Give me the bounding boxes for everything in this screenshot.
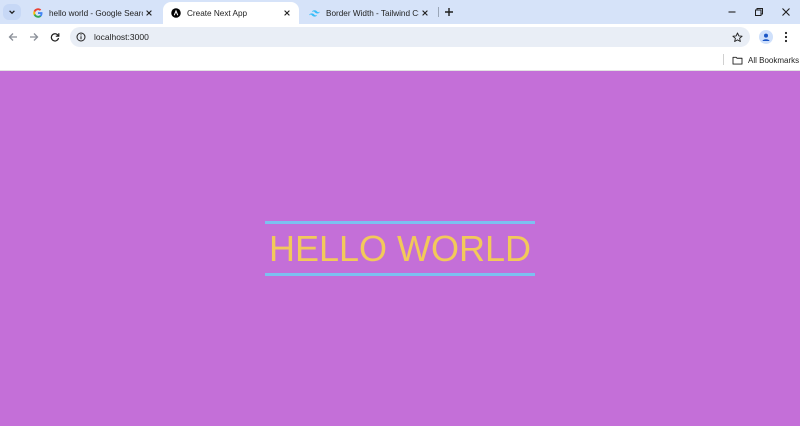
tab-title: Border Width - Tailwind CSS: [326, 8, 419, 18]
close-icon[interactable]: [281, 7, 293, 19]
chevron-down-icon: [9, 10, 15, 15]
folder-icon: [732, 56, 743, 65]
tab-strip: hello world - Google Search Create Next …: [0, 0, 800, 24]
close-icon[interactable]: [419, 7, 431, 19]
minimize-button[interactable]: [724, 4, 740, 20]
arrow-right-icon: [30, 33, 39, 41]
arrow-left-icon: [8, 33, 17, 41]
tab-divider: [438, 7, 439, 17]
reload-button[interactable]: [47, 29, 63, 45]
address-bar[interactable]: localhost:3000: [70, 27, 750, 47]
toolbar: localhost:3000: [0, 24, 800, 50]
page-content: HELLO WORLD: [0, 71, 800, 426]
bookmark-star-button[interactable]: [730, 30, 744, 44]
new-tab-button[interactable]: [442, 5, 456, 19]
hello-heading-box: HELLO WORLD: [265, 221, 535, 276]
star-icon: [731, 31, 743, 42]
forward-button[interactable]: [26, 29, 42, 45]
browser-chrome: hello world - Google Search Create Next …: [0, 0, 800, 71]
info-icon[interactable]: [76, 32, 86, 42]
tab-title: Create Next App: [187, 8, 248, 18]
minimize-icon: [728, 11, 736, 13]
tab-google-search[interactable]: hello world - Google Search: [25, 2, 161, 24]
google-icon: [33, 8, 43, 18]
bookmarks-bar: All Bookmarks: [0, 50, 800, 70]
restore-button[interactable]: [751, 4, 767, 20]
back-button[interactable]: [5, 29, 21, 45]
close-window-button[interactable]: [778, 4, 794, 20]
profile-button[interactable]: [759, 30, 773, 44]
close-icon[interactable]: [143, 7, 155, 19]
bookmarks-divider: [723, 54, 724, 65]
close-icon: [782, 8, 790, 16]
all-bookmarks-label: All Bookmarks: [748, 55, 800, 65]
plus-icon: [445, 8, 453, 16]
tab-tailwind[interactable]: Border Width - Tailwind CSS: [301, 2, 437, 24]
tab-title: hello world - Google Search: [49, 8, 143, 18]
browser-menu-button[interactable]: [781, 30, 791, 44]
hello-heading: HELLO WORLD: [268, 227, 532, 269]
kebab-menu-icon: [784, 31, 788, 43]
restore-icon: [755, 8, 763, 16]
avatar-icon: [762, 33, 770, 41]
all-bookmarks-button[interactable]: All Bookmarks: [732, 53, 799, 67]
nextjs-icon: [171, 8, 181, 18]
tailwind-icon: [309, 10, 320, 17]
tab-create-next-app[interactable]: Create Next App: [163, 2, 299, 24]
tab-search-button[interactable]: [3, 4, 21, 20]
address-text[interactable]: localhost:3000: [94, 32, 149, 42]
reload-icon: [50, 33, 60, 42]
